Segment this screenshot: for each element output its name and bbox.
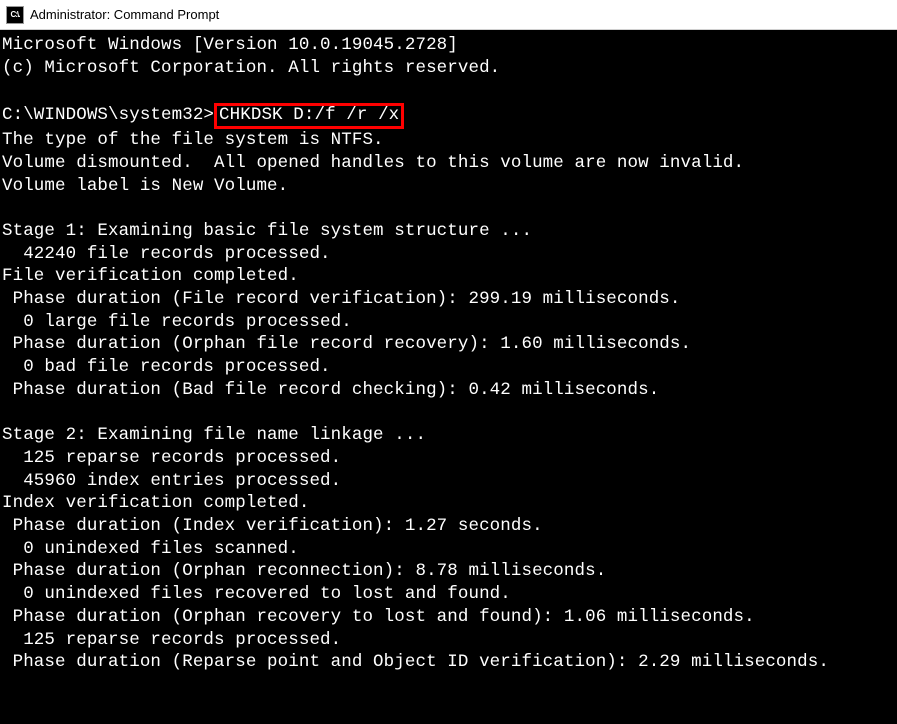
output-line: Volume dismounted. All opened handles to… (2, 153, 744, 173)
window-title: Administrator: Command Prompt (30, 7, 219, 22)
output-line: The type of the file system is NTFS. (2, 130, 384, 150)
output-line: (c) Microsoft Corporation. All rights re… (2, 58, 500, 78)
output-line: 125 reparse records processed. (2, 448, 341, 468)
output-line: Phase duration (Index verification): 1.2… (2, 516, 543, 536)
cmd-icon: C:\. (6, 6, 24, 24)
output-line: Phase duration (Bad file record checking… (2, 380, 659, 400)
output-line: Phase duration (File record verification… (2, 289, 681, 309)
output-line: Phase duration (Reparse point and Object… (2, 652, 829, 672)
output-line: 42240 file records processed. (2, 244, 331, 264)
output-line: Stage 2: Examining file name linkage ... (2, 425, 426, 445)
prompt-text: C:\WINDOWS\system32> (2, 105, 214, 125)
terminal-area[interactable]: Microsoft Windows [Version 10.0.19045.27… (0, 30, 897, 724)
output-line: Phase duration (Orphan recovery to lost … (2, 607, 755, 627)
output-line: 125 reparse records processed. (2, 630, 341, 650)
output-line: Volume label is New Volume. (2, 176, 288, 196)
command-prompt-window: C:\. Administrator: Command Prompt Micro… (0, 0, 897, 724)
output-line: Index verification completed. (2, 493, 309, 513)
output-line: File verification completed. (2, 266, 299, 286)
output-line: 0 large file records processed. (2, 312, 352, 332)
output-line: Stage 1: Examining basic file system str… (2, 221, 532, 241)
output-line: 0 unindexed files scanned. (2, 539, 299, 559)
highlighted-command: CHKDSK D:/f /r /x (214, 103, 404, 129)
output-line: 0 unindexed files recovered to lost and … (2, 584, 511, 604)
title-bar[interactable]: C:\. Administrator: Command Prompt (0, 0, 897, 30)
output-line: Phase duration (Orphan reconnection): 8.… (2, 561, 606, 581)
output-line: Phase duration (Orphan file record recov… (2, 334, 691, 354)
output-line: 0 bad file records processed. (2, 357, 331, 377)
output-line: 45960 index entries processed. (2, 471, 341, 491)
output-line: Microsoft Windows [Version 10.0.19045.27… (2, 35, 458, 55)
